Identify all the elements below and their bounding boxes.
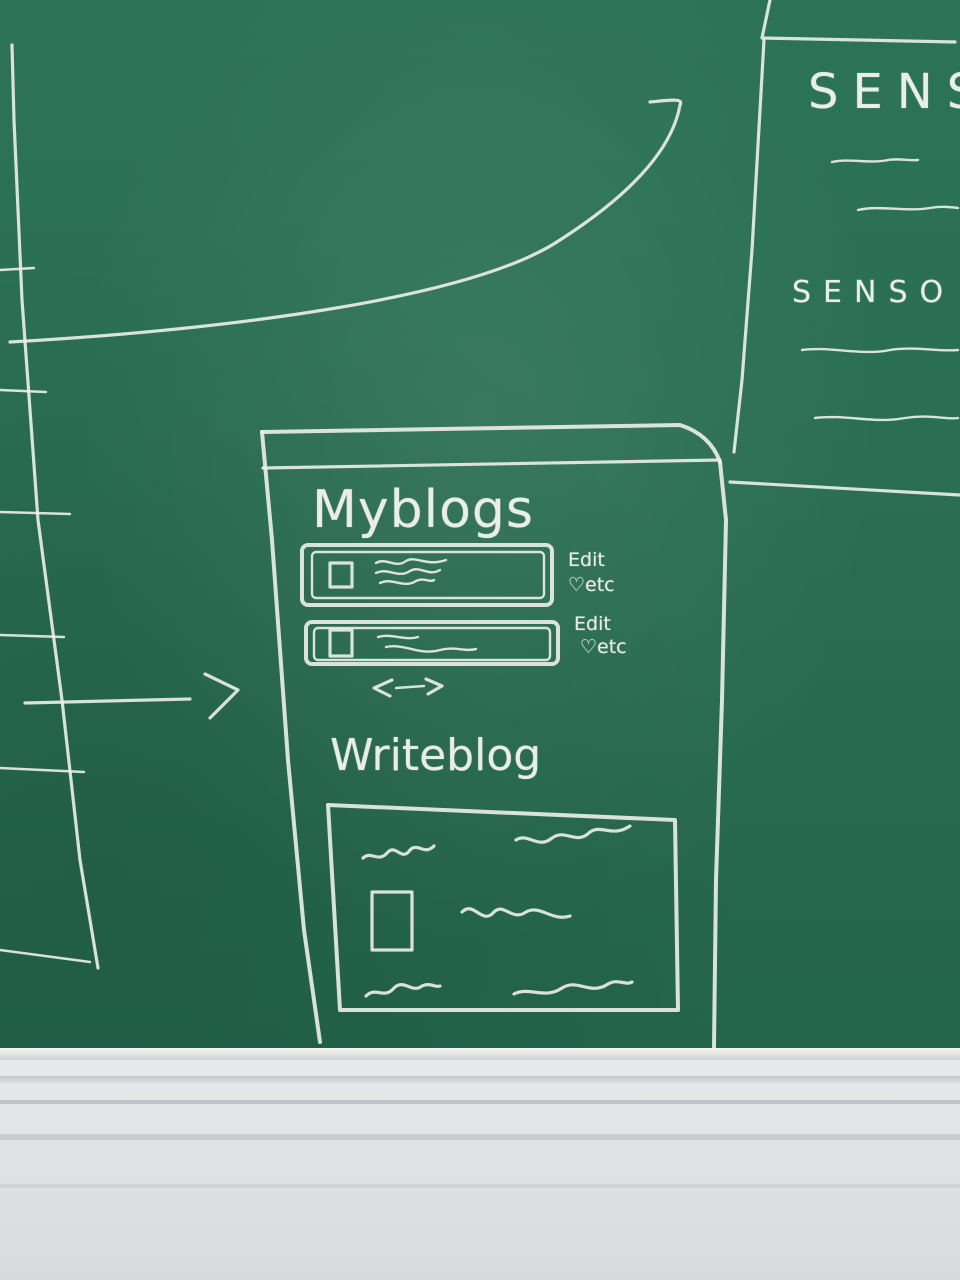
arrow-head-icon <box>203 672 240 720</box>
write-blog-box <box>326 803 680 1012</box>
blog-item-2-text-scribble <box>376 634 420 640</box>
write-blog-title: Writeblog <box>330 730 542 781</box>
blog-item-1-text-scribble <box>374 568 442 576</box>
left-panel-divider <box>0 510 72 516</box>
blog-item-2-etc-label: ♡etc <box>580 636 627 658</box>
sensor-heading-2: SENSO <box>792 275 956 310</box>
blog-item-2-thumbnail-icon <box>328 628 354 658</box>
write-blog-scribble <box>512 980 634 996</box>
chalk-tray <box>0 1048 960 1280</box>
scribble-line <box>856 205 960 212</box>
blog-item-1-thumbnail-icon <box>328 561 354 589</box>
wireframe-header-bar <box>261 458 722 470</box>
wireframe-frame <box>260 423 722 464</box>
tray-rail <box>0 1048 960 1060</box>
write-blog-scribble <box>514 824 632 844</box>
pager-right-icon <box>424 677 444 696</box>
blog-item-1-text-scribble <box>374 558 448 566</box>
pager-line <box>394 684 426 690</box>
right-panel-outline <box>760 0 957 44</box>
my-blogs-title: Myblogs <box>312 480 535 540</box>
left-panel-divider <box>0 388 48 394</box>
left-panel-outline <box>10 43 100 970</box>
arrow-into-wireframe <box>23 697 192 705</box>
left-panel-divider <box>0 948 92 964</box>
blog-item-2-edit-label: Edit <box>574 613 611 635</box>
right-panel-bottom <box>728 480 960 497</box>
write-blog-scribble <box>361 844 436 860</box>
write-blog-scribble <box>460 907 572 919</box>
tray-rail <box>0 1076 960 1086</box>
blog-item-1-box <box>300 543 554 607</box>
wireframe-frame-right <box>712 460 728 1050</box>
scribble-line <box>830 158 920 164</box>
sensor-heading-1: SENS <box>808 64 960 120</box>
blog-item-1-etc-label: ♡etc <box>568 574 615 596</box>
write-blog-scribble <box>364 982 442 998</box>
blog-item-1-edit-label: Edit <box>568 549 605 571</box>
left-panel-divider <box>0 266 36 272</box>
tray-rail <box>0 1134 960 1140</box>
blog-item-2-text-scribble <box>384 645 478 653</box>
scribble-line <box>800 347 960 354</box>
write-blog-image-icon <box>370 890 414 952</box>
scribble-line <box>813 415 960 422</box>
pager-left-icon <box>372 678 394 698</box>
blog-item-1-text-scribble <box>378 578 436 586</box>
blog-item-1-box-inner <box>310 550 546 600</box>
tray-rail <box>0 1100 960 1104</box>
right-panel-edge <box>732 38 766 454</box>
tray-rail <box>0 1184 960 1188</box>
curved-arrow <box>8 98 683 344</box>
